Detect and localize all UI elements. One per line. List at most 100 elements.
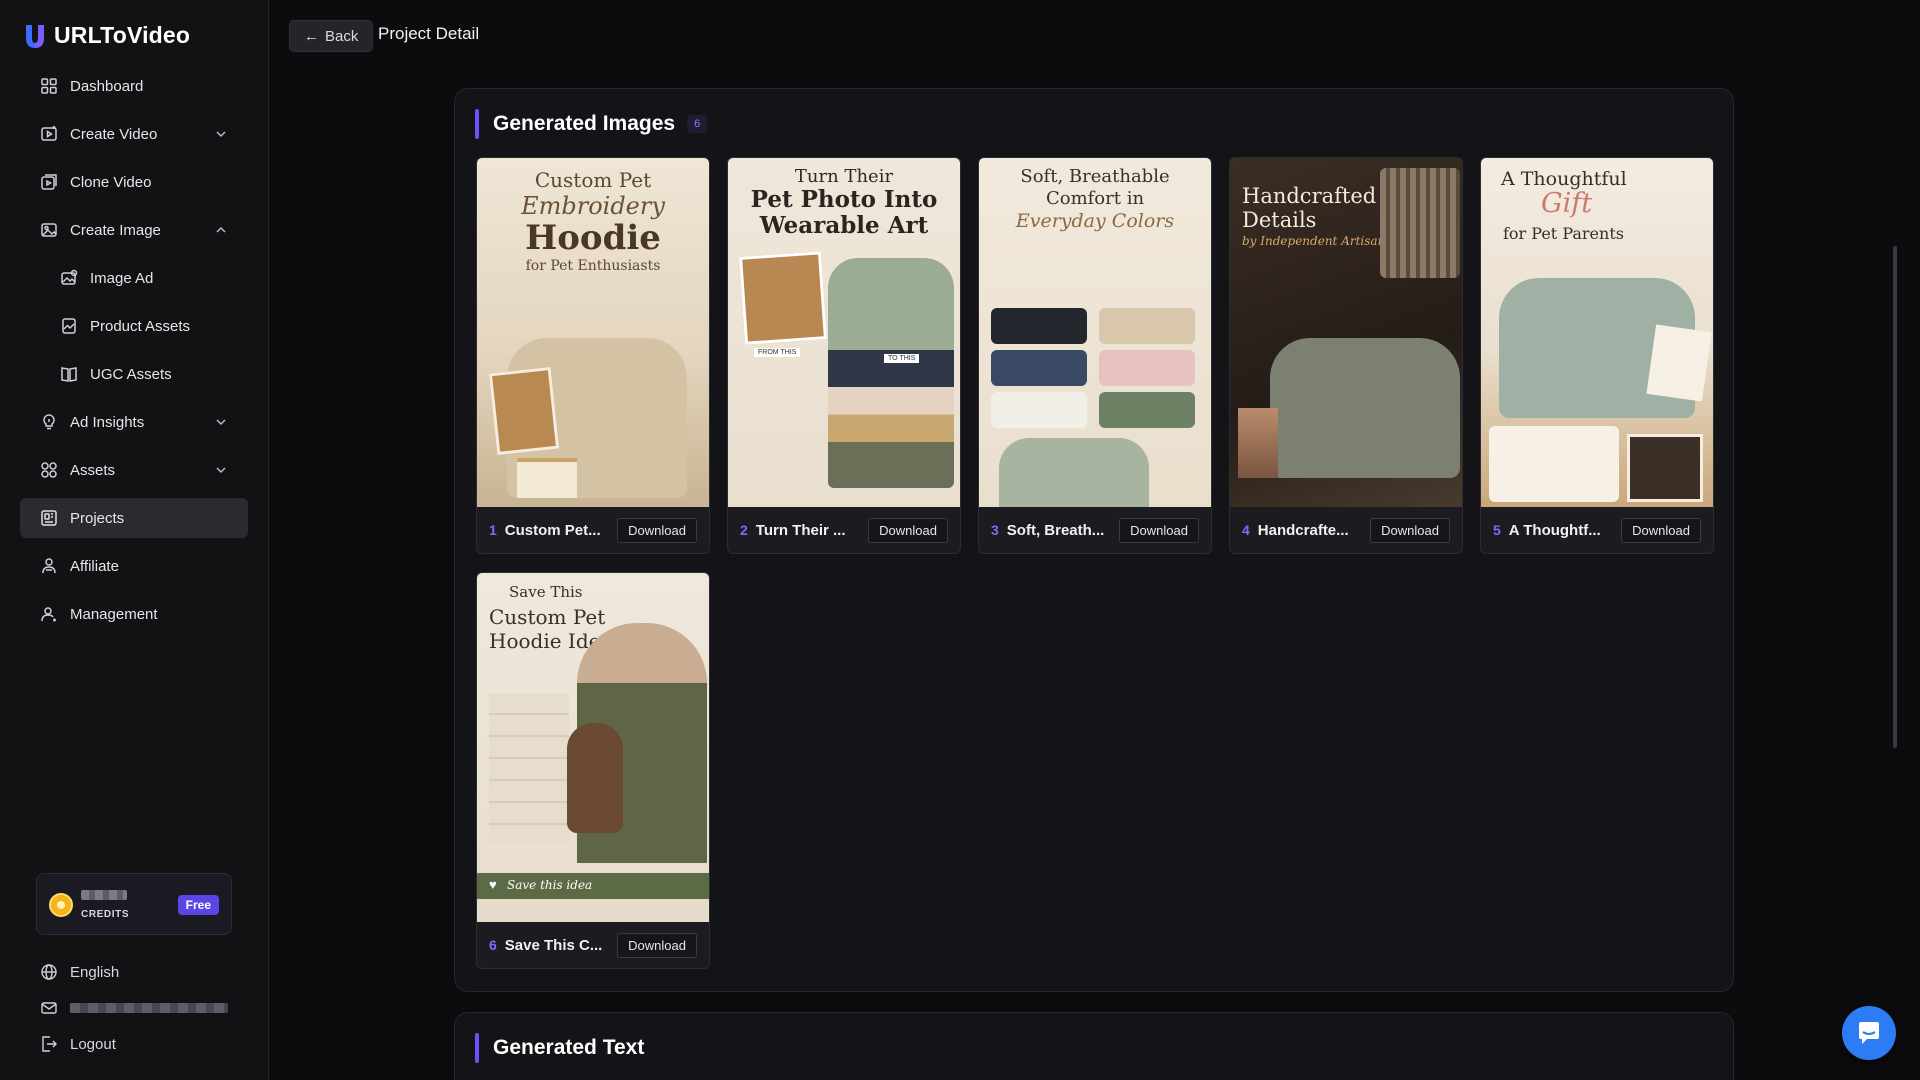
section-header: Generated Images 6 xyxy=(475,109,708,139)
thumb-line: Everyday Colors xyxy=(1015,210,1175,232)
dog-photo xyxy=(739,251,827,345)
color-swatch-beige xyxy=(1099,308,1195,344)
thumb-line: for Pet Enthusiasts xyxy=(525,258,661,274)
app-root: URLToVideo Dashboard Create Video Clone … xyxy=(0,0,1920,1080)
sidebar-item-affiliate[interactable]: Affiliate xyxy=(20,546,248,586)
sage-hoodie xyxy=(999,438,1149,507)
card-title: Handcrafte... xyxy=(1257,521,1349,539)
sidebar-item-create-video[interactable]: Create Video xyxy=(20,114,248,154)
card-footer: 3 Soft, Breath... Download xyxy=(979,507,1211,553)
thumb-line: Comfort in xyxy=(1045,188,1145,209)
card-footer: 1 Custom Pet... Download xyxy=(477,507,709,553)
generated-text-panel: Generated Text xyxy=(454,1012,1734,1080)
dashboard-icon xyxy=(40,77,58,95)
image-thumbnail[interactable]: Turn Their Pet Photo Into Wearable Art F… xyxy=(728,158,960,507)
image-card[interactable]: Handcrafted Details by Independent Artis… xyxy=(1229,157,1463,554)
download-button[interactable]: Download xyxy=(617,517,697,543)
mail-icon xyxy=(40,999,58,1017)
image-card[interactable]: A Thoughtful Gift for Pet Parents 5 A Th… xyxy=(1480,157,1714,554)
sidebar-item-projects[interactable]: Projects xyxy=(20,498,248,538)
projects-icon xyxy=(40,509,58,527)
card-footer: 6 Save This C... Download xyxy=(477,922,709,968)
color-swatch-black xyxy=(991,308,1087,344)
image-thumbnail[interactable]: A Thoughtful Gift for Pet Parents xyxy=(1481,158,1713,507)
sidebar-item-clone-video[interactable]: Clone Video xyxy=(20,162,248,202)
image-card[interactable]: Custom Pet Embroidery Hoodie for Pet Ent… xyxy=(476,157,710,554)
logout-button[interactable]: Logout xyxy=(40,1026,240,1062)
generated-images-panel: Generated Images 6 Custom Pet Embroidery… xyxy=(454,88,1734,992)
image-ad-icon xyxy=(60,269,78,287)
thumb-line: Wearable Art xyxy=(759,212,929,239)
back-button[interactable]: ← Back xyxy=(289,20,374,52)
sidebar-item-assets[interactable]: Assets xyxy=(20,450,248,490)
thumb-line: A Thoughtful xyxy=(1501,168,1627,190)
embroidery-machine xyxy=(1380,168,1460,278)
section-title: Generated Images xyxy=(493,112,676,135)
credits-label: CREDITS xyxy=(81,909,130,920)
bulb-icon xyxy=(40,413,58,431)
logout-icon xyxy=(40,1035,58,1053)
thumb-line: Custom Pet xyxy=(489,605,606,629)
user-icon xyxy=(40,605,58,623)
image-card[interactable]: Turn Their Pet Photo Into Wearable Art F… xyxy=(727,157,961,554)
language-selector[interactable]: English xyxy=(40,954,240,990)
download-button[interactable]: Download xyxy=(1621,517,1701,543)
section-accent-bar xyxy=(475,1033,479,1063)
feature-list xyxy=(489,693,569,843)
sidebar-item-label: Dashboard xyxy=(70,77,144,95)
sidebar-item-label: Affiliate xyxy=(70,557,119,575)
thumb-line: Details xyxy=(1242,208,1317,232)
image-card[interactable]: Save This Custom Pet Hoodie Idea ♥ Save … xyxy=(476,572,710,969)
product-icon xyxy=(60,317,78,335)
sidebar-item-label: UGC Assets xyxy=(90,365,172,383)
download-button[interactable]: Download xyxy=(1119,517,1199,543)
sidebar-item-label: Management xyxy=(70,605,158,623)
sidebar-item-label: Clone Video xyxy=(70,173,152,191)
sidebar-item-product-assets[interactable]: Product Assets xyxy=(20,306,248,346)
chat-support-button[interactable] xyxy=(1842,1006,1896,1060)
image-thumbnail[interactable]: Save This Custom Pet Hoodie Idea ♥ Save … xyxy=(477,573,709,922)
sidebar-item-image-ad[interactable]: Image Ad xyxy=(20,258,248,298)
image-count-badge: 6 xyxy=(687,115,708,133)
gift-box xyxy=(517,458,577,498)
book-icon xyxy=(60,365,78,383)
card-footer: 2 Turn Their ... Download xyxy=(728,507,960,553)
sidebar-bottom: English Logout xyxy=(40,954,240,1062)
gift-note-card xyxy=(1646,324,1712,402)
sweater-on-table xyxy=(1270,338,1460,478)
card-title: Custom Pet... xyxy=(504,521,601,539)
page-scrollbar[interactable] xyxy=(1893,246,1897,748)
affiliate-icon xyxy=(40,557,58,575)
plan-badge[interactable]: Free xyxy=(177,895,219,915)
save-idea-banner: ♥ Save this idea xyxy=(477,873,709,899)
download-button[interactable]: Download xyxy=(617,932,697,958)
thread-spools xyxy=(1238,408,1278,478)
sidebar-item-create-image[interactable]: Create Image xyxy=(20,210,248,250)
card-footer: 4 Handcrafte... Download xyxy=(1230,507,1462,553)
video-icon xyxy=(40,125,58,143)
sidebar-item-label: Image Ad xyxy=(90,269,154,287)
sidebar-nav: Dashboard Create Video Clone Video Creat… xyxy=(20,66,248,642)
dog-photo xyxy=(1627,434,1703,502)
sidebar-item-ad-insights[interactable]: Ad Insights xyxy=(20,402,248,442)
section-accent-bar xyxy=(475,109,479,139)
credits-card[interactable]: CREDITS Free xyxy=(36,873,232,935)
language-label: English xyxy=(70,963,120,981)
color-swatch-pink xyxy=(1099,350,1195,386)
thumb-line: Pet Photo Into xyxy=(750,186,938,213)
image-thumbnail[interactable]: Soft, Breathable Comfort in Everyday Col… xyxy=(979,158,1211,507)
thumb-line: Handcrafted xyxy=(1242,184,1377,208)
sidebar-item-management[interactable]: Management xyxy=(20,594,248,634)
download-button[interactable]: Download xyxy=(868,517,948,543)
image-thumbnail[interactable]: Custom Pet Embroidery Hoodie for Pet Ent… xyxy=(477,158,709,507)
sidebar-item-dashboard[interactable]: Dashboard xyxy=(20,66,248,106)
thumb-line: Custom Pet xyxy=(534,168,652,192)
sidebar-item-ugc-assets[interactable]: UGC Assets xyxy=(20,354,248,394)
image-thumbnail[interactable]: Handcrafted Details by Independent Artis… xyxy=(1230,158,1462,507)
thumb-line: Save This xyxy=(509,583,583,601)
download-button[interactable]: Download xyxy=(1370,517,1450,543)
thumb-line: Gift xyxy=(1541,188,1593,219)
sidebar-item-label: Ad Insights xyxy=(70,413,145,431)
image-card[interactable]: Soft, Breathable Comfort in Everyday Col… xyxy=(978,157,1212,554)
brand[interactable]: URLToVideo xyxy=(24,22,190,49)
